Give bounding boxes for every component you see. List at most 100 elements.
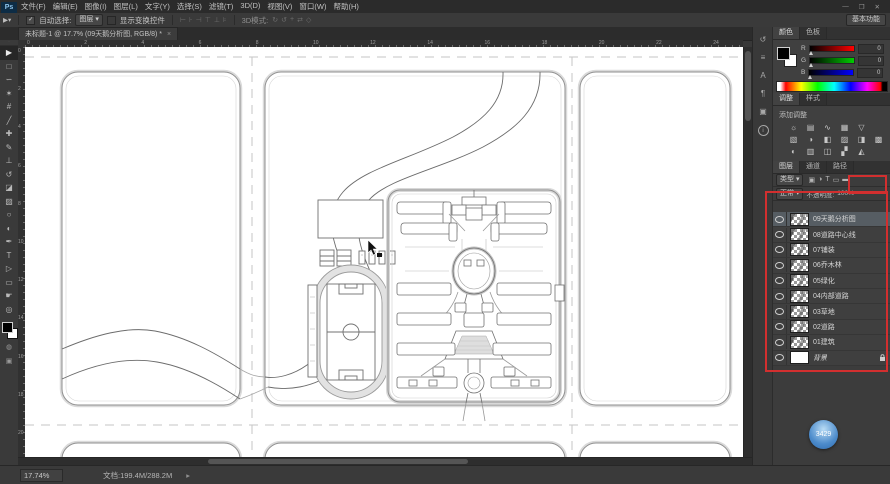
tab-layers[interactable]: 图层 bbox=[773, 161, 800, 173]
3d-rotate-icon[interactable]: ↻ bbox=[272, 16, 278, 24]
layer-visibility-toggle[interactable] bbox=[773, 335, 787, 350]
filter-smart-objects-icon[interactable]: ▬ bbox=[842, 176, 849, 184]
gradient-map-icon[interactable]: ▞ bbox=[838, 147, 851, 157]
selective-color-icon[interactable]: ◭ bbox=[855, 147, 868, 157]
opacity-value[interactable]: 100% bbox=[837, 190, 854, 197]
channel-mixer-icon[interactable]: ◨ bbox=[855, 135, 868, 145]
gradient-tool[interactable]: ▨ bbox=[0, 195, 18, 209]
levels-icon[interactable]: ▤ bbox=[804, 123, 817, 133]
blur-tool[interactable]: ○ bbox=[0, 208, 18, 222]
tab-channels[interactable]: 通道 bbox=[800, 161, 827, 173]
status-options-arrow[interactable]: ▸ bbox=[186, 471, 190, 480]
menu-edit[interactable]: 编辑(E) bbox=[53, 1, 78, 12]
layer-thumbnail[interactable] bbox=[790, 243, 809, 257]
red-value-field[interactable]: 0 bbox=[857, 43, 884, 54]
character-panel-icon[interactable]: A bbox=[760, 71, 765, 80]
tool-preset-dropdown[interactable]: ▶▾ bbox=[3, 16, 11, 24]
minimize-button[interactable]: — bbox=[842, 3, 849, 11]
crop-tool[interactable]: # bbox=[0, 100, 18, 114]
screen-mode-icon[interactable]: ▣ bbox=[0, 354, 18, 368]
layer-visibility-toggle[interactable] bbox=[773, 258, 787, 273]
clone-source-panel-icon[interactable]: ▣ bbox=[759, 107, 767, 116]
document-canvas[interactable] bbox=[25, 47, 743, 457]
layer-thumbnail[interactable] bbox=[790, 258, 809, 272]
green-value-field[interactable]: 0 bbox=[858, 55, 885, 66]
3d-roll-icon[interactable]: ↺ bbox=[281, 16, 287, 24]
layer-visibility-toggle[interactable] bbox=[773, 289, 787, 304]
align-left-icon[interactable]: ⊢ bbox=[180, 16, 186, 24]
color-swatches[interactable] bbox=[0, 320, 18, 340]
layer-row-grass[interactable]: 03草地 bbox=[773, 304, 890, 320]
hand-tool[interactable]: ☛ bbox=[0, 289, 18, 303]
3d-pan-icon[interactable]: + bbox=[290, 16, 294, 24]
layer-row-road-centerline[interactable]: 08道路中心线 bbox=[773, 227, 890, 243]
horizontal-scrollbar-thumb[interactable] bbox=[208, 459, 468, 464]
menu-3d[interactable]: 3D(D) bbox=[240, 1, 260, 12]
layer-filter-kind-dropdown[interactable]: 类型 ▾ bbox=[776, 174, 804, 186]
brightness-contrast-icon[interactable]: ☼ bbox=[787, 123, 800, 133]
filter-type-layers-icon[interactable]: T bbox=[825, 176, 829, 184]
eyedropper-tool[interactable]: ╱ bbox=[0, 114, 18, 128]
layer-visibility-toggle[interactable] bbox=[773, 350, 787, 365]
layer-visibility-toggle[interactable] bbox=[773, 227, 787, 242]
menu-view[interactable]: 视图(V) bbox=[267, 1, 292, 12]
layer-visibility-toggle[interactable] bbox=[773, 242, 787, 257]
tab-color[interactable]: 颜色 bbox=[773, 27, 800, 39]
align-right-icon[interactable]: ⊣ bbox=[196, 16, 202, 24]
history-panel-icon[interactable]: ↺ bbox=[760, 35, 767, 44]
tab-styles[interactable]: 样式 bbox=[800, 93, 827, 105]
lasso-tool[interactable]: ∽ bbox=[0, 73, 18, 87]
green-slider[interactable] bbox=[809, 57, 856, 67]
layer-thumbnail[interactable] bbox=[790, 212, 809, 226]
filter-pixel-layers-icon[interactable]: ▣ bbox=[808, 176, 815, 184]
align-center-icon[interactable]: ⊦ bbox=[189, 16, 193, 24]
blue-slider[interactable] bbox=[808, 69, 855, 79]
menu-select[interactable]: 选择(S) bbox=[177, 1, 202, 12]
exposure-icon[interactable]: ▦ bbox=[838, 123, 851, 133]
layer-visibility-toggle[interactable] bbox=[773, 304, 787, 319]
tab-paths[interactable]: 路径 bbox=[827, 161, 854, 173]
eraser-tool[interactable]: ◪ bbox=[0, 181, 18, 195]
layer-row-analysis[interactable]: 09天鹅分析图 bbox=[773, 212, 890, 228]
red-slider[interactable] bbox=[808, 45, 855, 55]
auto-select-checkbox[interactable]: ✓ bbox=[26, 15, 36, 25]
foreground-color-swatch[interactable] bbox=[2, 322, 13, 333]
posterize-icon[interactable]: ▥ bbox=[804, 147, 817, 157]
layer-row-paving[interactable]: 07铺装 bbox=[773, 242, 890, 259]
properties-panel-icon[interactable]: ≡ bbox=[761, 53, 766, 62]
quick-mask-icon[interactable]: ◍ bbox=[0, 340, 18, 354]
document-tab[interactable]: 未标题-1 @ 17.7% (09天鹅分析图, RGB/8) * × bbox=[18, 27, 179, 40]
layer-row-background[interactable]: 背景 bbox=[773, 350, 890, 366]
layer-thumbnail[interactable] bbox=[790, 289, 809, 303]
layer-thumbnail[interactable] bbox=[790, 320, 809, 334]
layer-visibility-toggle[interactable] bbox=[773, 319, 787, 334]
clone-stamp-tool[interactable]: ⊥ bbox=[0, 154, 18, 168]
menu-filter[interactable]: 滤镜(T) bbox=[209, 1, 234, 12]
layer-thumbnail[interactable] bbox=[790, 274, 809, 288]
dodge-tool[interactable]: ◐ bbox=[0, 222, 18, 236]
layer-thumbnail[interactable] bbox=[790, 228, 809, 242]
layer-row-buildings[interactable]: 01建筑 bbox=[773, 335, 890, 351]
marquee-tool[interactable]: □ bbox=[0, 60, 18, 74]
layer-visibility-toggle[interactable] bbox=[773, 273, 787, 288]
pen-tool[interactable]: ✒ bbox=[0, 235, 18, 249]
menu-help[interactable]: 帮助(H) bbox=[334, 1, 359, 12]
layer-row-trees[interactable]: 06乔木林 bbox=[773, 258, 890, 274]
zoom-tool[interactable]: ◎ bbox=[0, 303, 18, 317]
auto-select-target-dropdown[interactable]: 图层 ▾ bbox=[75, 14, 103, 26]
vibrance-icon[interactable]: ▽ bbox=[855, 123, 868, 133]
layer-thumbnail[interactable] bbox=[790, 305, 809, 319]
color-lookup-icon[interactable]: ▩ bbox=[872, 135, 885, 145]
layer-row-roads[interactable]: 02道路 bbox=[773, 319, 890, 336]
layer-row-greenery[interactable]: 05绿化 bbox=[773, 273, 890, 289]
blue-value-field[interactable]: 0 bbox=[857, 67, 884, 78]
close-button[interactable]: ✕ bbox=[875, 3, 880, 11]
restore-button[interactable]: ❐ bbox=[859, 3, 865, 11]
workspace-switcher[interactable]: 基本功能 bbox=[846, 14, 886, 26]
foreground-swatch[interactable] bbox=[777, 47, 790, 60]
3d-scale-icon[interactable]: ◇ bbox=[306, 16, 311, 24]
menu-layer[interactable]: 图层(L) bbox=[114, 1, 138, 12]
filter-shape-layers-icon[interactable]: ▭ bbox=[833, 176, 840, 184]
align-middle-icon[interactable]: ⊥ bbox=[214, 16, 220, 24]
history-brush-tool[interactable]: ↺ bbox=[0, 168, 18, 182]
